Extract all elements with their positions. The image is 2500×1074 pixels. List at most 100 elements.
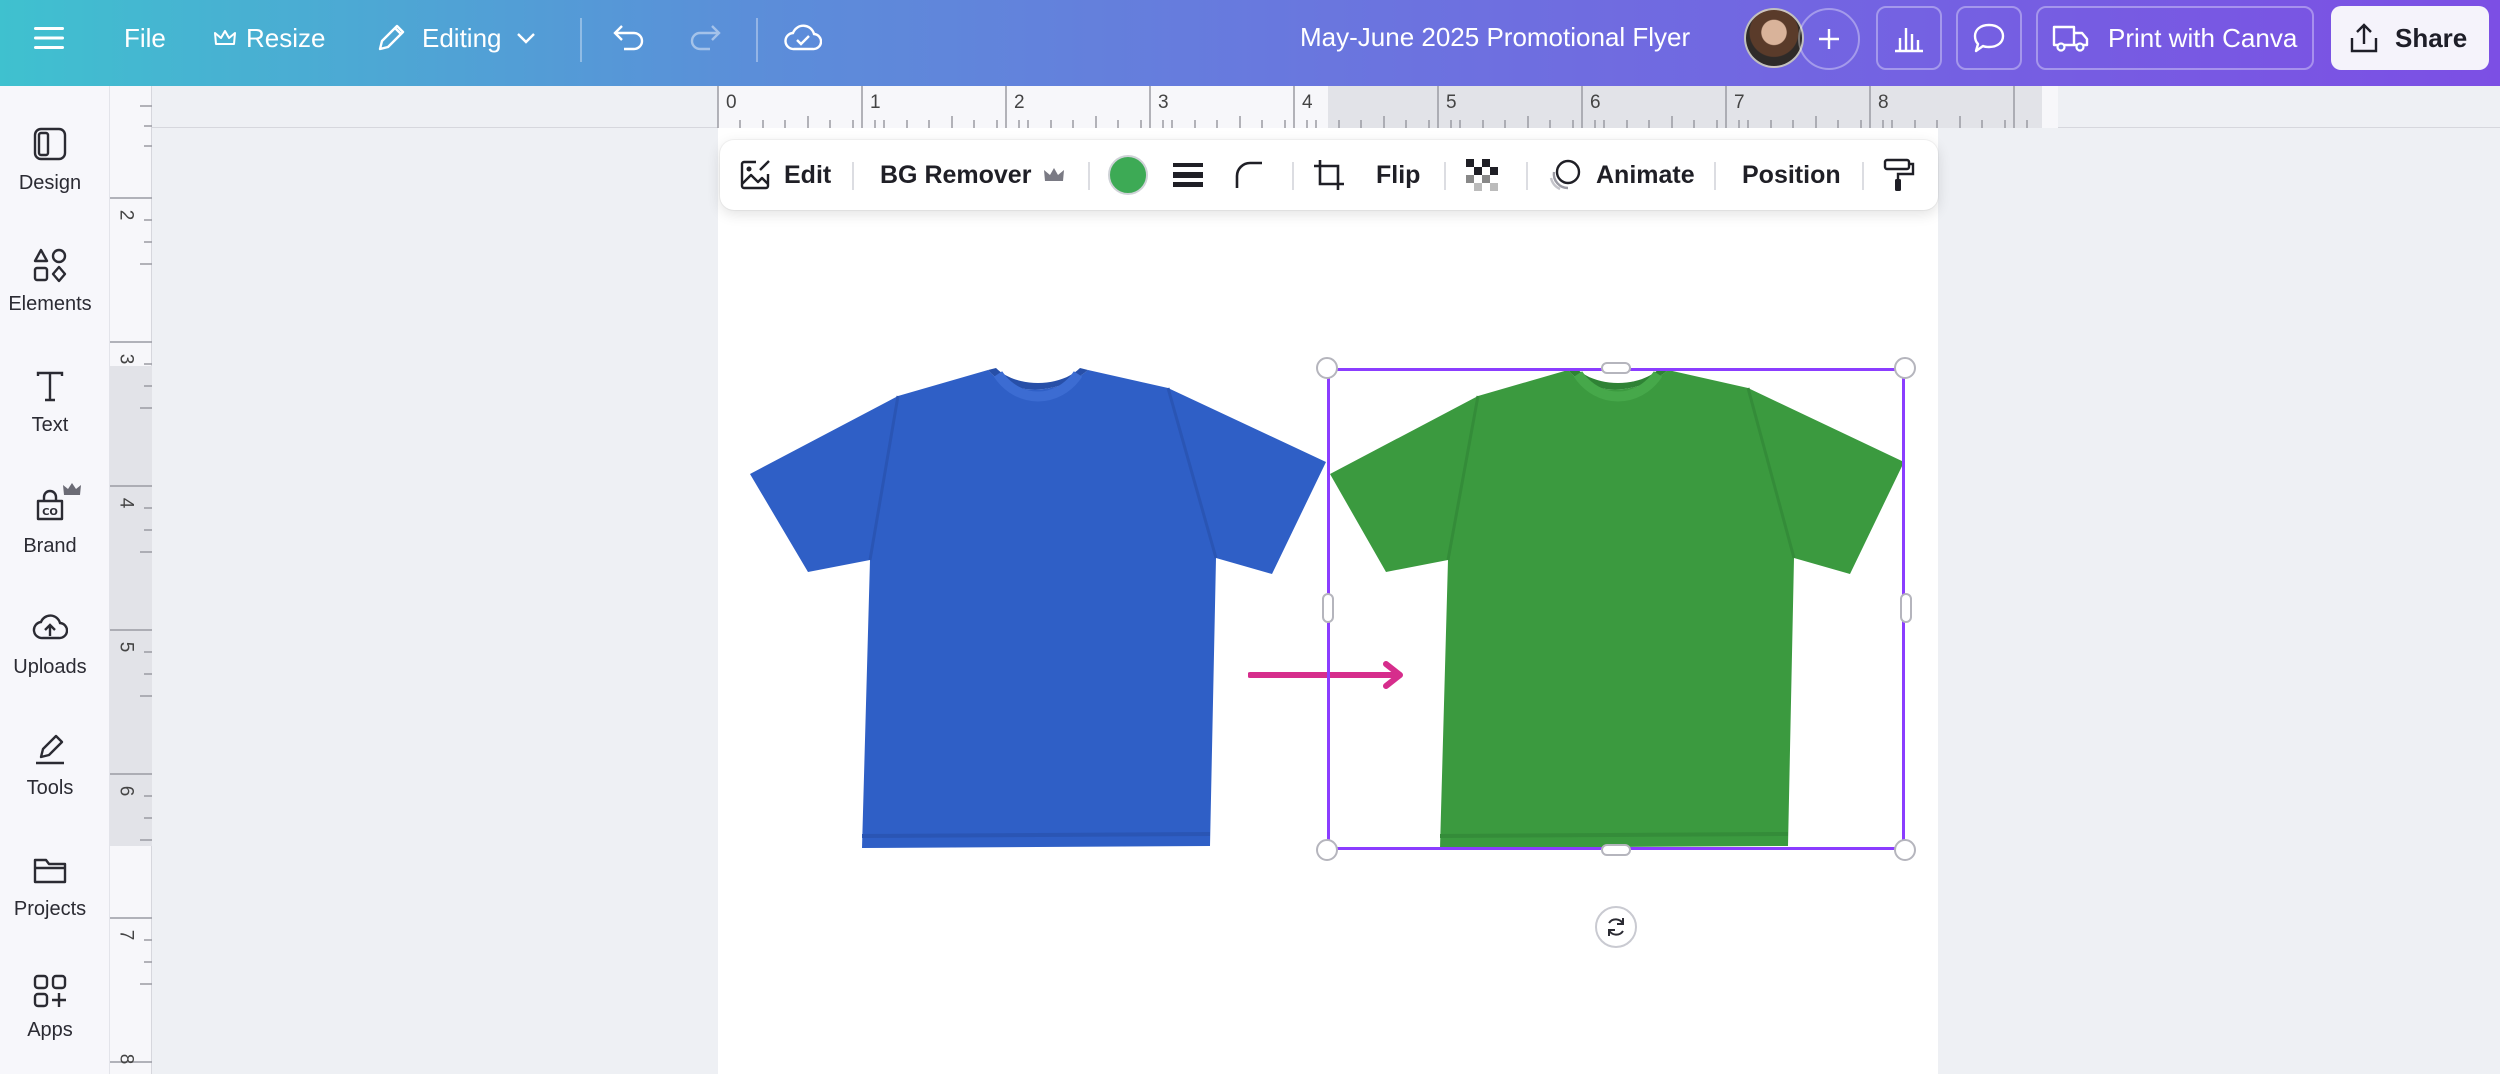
ruler-label: 6 <box>1590 92 1601 113</box>
resize-handle-top[interactable] <box>1601 362 1631 374</box>
share-label: Share <box>2395 22 2468 53</box>
sidebar-item-label: Apps <box>27 1019 73 1041</box>
ruler-label: 2 <box>1014 92 1025 113</box>
edit-image-icon <box>740 160 770 190</box>
hamburger-icon <box>34 27 64 49</box>
svg-text:CO: CO <box>42 507 58 518</box>
ruler-label: 5 <box>115 641 137 653</box>
sidebar-item-design[interactable]: Design <box>0 126 100 195</box>
ruler-label: 7 <box>115 929 137 941</box>
left-sidebar: Design Elements Text CO Brand Uploads To… <box>0 86 110 1074</box>
rotate-button[interactable] <box>1595 906 1637 948</box>
bg-remover-label: BG Remover <box>880 160 1032 189</box>
ruler-label: 5 <box>1446 92 1457 113</box>
sidebar-item-label: Uploads <box>13 656 87 678</box>
sidebar-item-uploads[interactable]: Uploads <box>0 610 100 679</box>
ruler-label: 7 <box>1734 92 1745 113</box>
ruler-label: 2 <box>115 209 137 221</box>
flip-button[interactable]: Flip <box>1376 140 1420 210</box>
file-menu[interactable]: File <box>124 0 166 76</box>
chevron-down-icon <box>516 33 535 44</box>
pencil-icon <box>378 24 405 51</box>
sidebar-item-brand[interactable]: CO Brand <box>0 483 100 558</box>
apps-icon <box>33 974 67 1008</box>
editing-mode-button[interactable]: Editing <box>374 0 536 76</box>
elements-icon <box>33 248 67 283</box>
bar-chart-icon <box>1895 28 1923 53</box>
edit-image-button[interactable]: Edit <box>738 140 831 210</box>
animate-label: Animate <box>1596 160 1695 189</box>
rotate-icon <box>1608 918 1624 936</box>
animate-icon <box>1549 159 1581 191</box>
blue-tshirt-image[interactable] <box>748 366 1330 852</box>
design-icon <box>33 127 67 161</box>
resize-handle-bottom-right[interactable] <box>1894 839 1916 861</box>
comment-icon <box>1973 23 2005 53</box>
avatar[interactable] <box>1744 8 1804 68</box>
horizontal-ruler: 0 1 2 3 4 5 6 7 8 <box>152 86 2500 128</box>
print-with-canva-button[interactable]: Print with Canva <box>2036 6 2314 70</box>
corner-rounding-button[interactable] <box>1234 140 1264 210</box>
sidebar-item-label: Text <box>31 414 69 436</box>
bg-remover-button[interactable]: BG Remover <box>880 140 1065 210</box>
document-title[interactable]: May-June 2025 Promotional Flyer <box>1300 22 1690 53</box>
ruler-label: 4 <box>1302 92 1313 113</box>
insights-button[interactable] <box>1876 6 1942 70</box>
flip-label: Flip <box>1376 160 1421 189</box>
crown-icon <box>214 30 236 45</box>
sidebar-item-label: Tools <box>26 777 74 799</box>
comments-button[interactable] <box>1956 6 2022 70</box>
sidebar-item-label: Elements <box>8 293 92 315</box>
resize-button[interactable]: Resize <box>214 0 325 76</box>
sidebar-item-elements[interactable]: Elements <box>0 247 100 316</box>
animate-button[interactable]: Animate <box>1548 140 1695 210</box>
paint-roller-icon <box>1883 158 1915 191</box>
resize-handle-top-right[interactable] <box>1894 357 1916 379</box>
resize-handle-top-left[interactable] <box>1316 357 1338 379</box>
resize-handle-bottom[interactable] <box>1601 844 1631 856</box>
resize-label: Resize <box>246 22 326 53</box>
share-icon <box>2350 23 2378 53</box>
resize-handle-bottom-left[interactable] <box>1316 839 1338 861</box>
share-button[interactable]: Share <box>2331 6 2489 70</box>
position-button[interactable]: Position <box>1742 140 1841 210</box>
crown-icon <box>63 483 81 495</box>
ruler-label: 4 <box>115 497 137 509</box>
sidebar-item-label: Design <box>18 172 82 194</box>
redo-icon <box>690 25 721 51</box>
ruler-label: 1 <box>870 92 881 113</box>
truck-icon <box>2052 25 2089 52</box>
crop-button[interactable] <box>1312 140 1346 210</box>
copy-style-button[interactable] <box>1882 140 1916 210</box>
ruler-label: 3 <box>115 353 137 365</box>
cloud-check-icon <box>784 24 822 51</box>
sidebar-item-tools[interactable]: Tools <box>0 731 100 800</box>
resize-handle-right[interactable] <box>1900 593 1912 623</box>
vertical-ruler-ticks <box>110 105 152 1063</box>
menu-button[interactable] <box>34 0 64 76</box>
text-icon <box>36 371 64 402</box>
selection-box[interactable] <box>1327 368 1905 850</box>
resize-handle-left[interactable] <box>1322 593 1334 623</box>
ruler-label: 3 <box>1158 92 1169 113</box>
transparency-icon <box>1466 159 1498 191</box>
ruler-label: 8 <box>115 1053 137 1065</box>
sidebar-item-apps[interactable]: Apps <box>0 973 100 1042</box>
sidebar-item-label: Brand <box>23 535 77 557</box>
redo-button[interactable] <box>688 0 722 76</box>
position-label: Position <box>1742 160 1841 189</box>
plus-icon <box>1819 29 1839 49</box>
horizontal-ruler-ticks <box>717 86 2028 128</box>
border-style-button[interactable] <box>1172 140 1204 210</box>
top-bar: File Resize Editing May-June 2025 Promot… <box>0 0 2500 86</box>
add-collaborator-button[interactable] <box>1798 8 1860 70</box>
sidebar-item-text[interactable]: Text <box>0 368 100 437</box>
color-picker-button[interactable] <box>1108 140 1148 210</box>
save-status-button[interactable] <box>784 0 822 76</box>
undo-button[interactable] <box>612 0 646 76</box>
transparency-button[interactable] <box>1466 140 1498 210</box>
crop-icon <box>1314 160 1344 190</box>
sidebar-item-projects[interactable]: Projects <box>0 852 100 921</box>
color-swatch <box>1108 155 1148 195</box>
ruler-label: 0 <box>726 92 737 113</box>
